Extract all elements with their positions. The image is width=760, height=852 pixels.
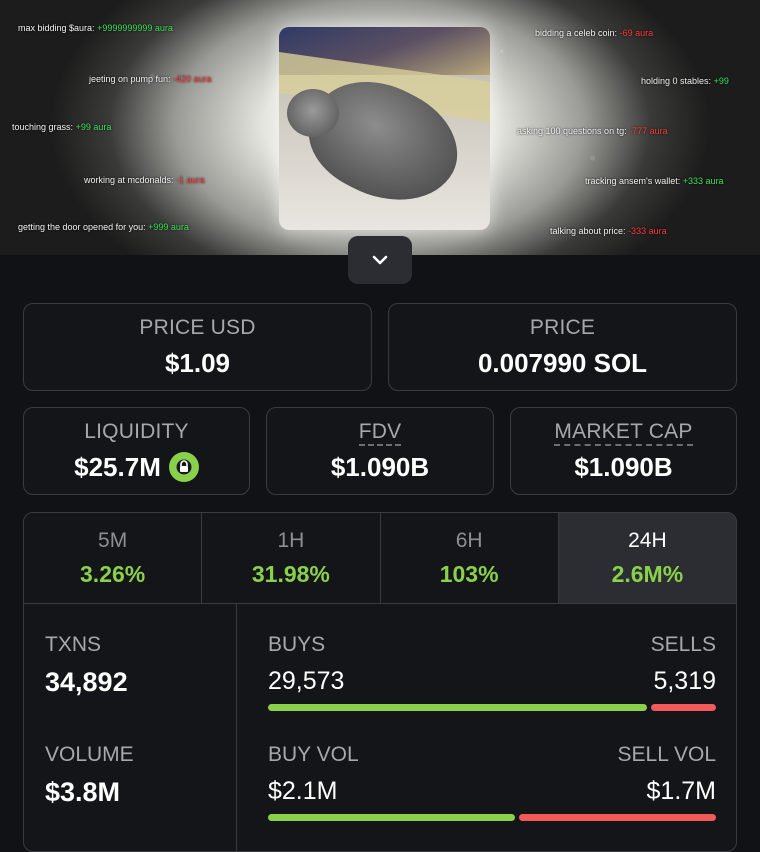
sell-vol-label: SELL VOL (617, 743, 716, 766)
liquidity-value-row: $25.7M (74, 452, 199, 483)
totals-column: TXNS 34,892 VOLUME $3.8M (24, 603, 237, 851)
price-native-value: 0.007990 SOL (477, 347, 648, 378)
sells-label: SELLS (650, 633, 716, 656)
aura-line: holding 0 stables: +99 (641, 76, 729, 86)
token-banner: max bidding $aura: +9999999999 aura jeet… (0, 0, 760, 255)
market-cap-label[interactable]: MARKET CAP (554, 419, 693, 446)
cat-image (279, 27, 490, 230)
buys-value: 29,573 (268, 667, 345, 695)
buy-vol-value: $2.1M (268, 777, 338, 805)
price-usd-card: PRICE USD $1.09 (23, 303, 372, 391)
liquidity-label: LIQUIDITY (84, 419, 189, 443)
fdv-label[interactable]: FDV (358, 419, 402, 446)
aura-line: working at mcdonalds: -1 aura (84, 175, 205, 185)
price-native-label: PRICE (529, 315, 596, 339)
tab-6h[interactable]: 6H 103% (380, 513, 559, 603)
buy-vol-bar (268, 814, 515, 821)
price-usd-label: PRICE USD (139, 315, 256, 339)
collapse-banner-button[interactable] (348, 236, 412, 284)
timeframe-tabs: 5M 3.26% 1H 31.98% 6H 103% 24H 2.6M% (24, 513, 736, 604)
txns-label: TXNS (45, 633, 102, 656)
tab-24h[interactable]: 24H 2.6M% (558, 513, 736, 603)
txns-value: 34,892 (45, 667, 128, 697)
price-native-card: PRICE 0.007990 SOL (388, 303, 737, 391)
aura-line: asking 100 questions on tg: -777 aura (517, 126, 668, 136)
price-usd-value: $1.09 (164, 347, 231, 378)
aura-line: tracking ansem's wallet: +333 aura (585, 176, 724, 186)
chevron-down-icon (372, 255, 388, 265)
buy-sell-column: BUYS SELLS 29,573 5,319 BUY VOL SELL VOL… (268, 603, 716, 851)
aura-line: jeeting on pump fun: -420 aura (89, 74, 212, 84)
market-cap-value: $1.090B (574, 451, 673, 482)
buys-bar (268, 704, 647, 711)
aura-line: bidding a celeb coin: -69 aura (535, 28, 654, 38)
tab-1h[interactable]: 1H 31.98% (202, 513, 381, 603)
tab-5m[interactable]: 5M 3.26% (24, 513, 203, 603)
liquidity-value: $25.7M (74, 451, 161, 482)
aura-line: touching grass: +99 aura (12, 122, 112, 132)
buy-vol-label: BUY VOL (268, 743, 359, 766)
buys-label: BUYS (268, 633, 326, 656)
aura-line: talking about price: -333 aura (550, 226, 667, 236)
sells-bar (651, 704, 716, 711)
market-cap-card[interactable]: MARKET CAP $1.090B (510, 407, 737, 495)
aura-line: getting the door opened for you: +999 au… (18, 222, 189, 232)
sells-value: 5,319 (653, 667, 716, 695)
aura-line: max bidding $aura: +9999999999 aura (18, 23, 173, 33)
lock-icon[interactable] (168, 452, 199, 482)
volume-label: VOLUME (45, 743, 134, 766)
liquidity-card: LIQUIDITY $25.7M (23, 407, 250, 495)
sell-vol-bar (519, 814, 716, 821)
stats-panel: 5M 3.26% 1H 31.98% 6H 103% 24H 2.6M% TXN… (23, 512, 737, 852)
sell-vol-value: $1.7M (646, 777, 716, 805)
fdv-value: $1.090B (330, 451, 430, 482)
fdv-card[interactable]: FDV $1.090B (266, 407, 494, 495)
volume-value: $3.8M (45, 777, 121, 807)
